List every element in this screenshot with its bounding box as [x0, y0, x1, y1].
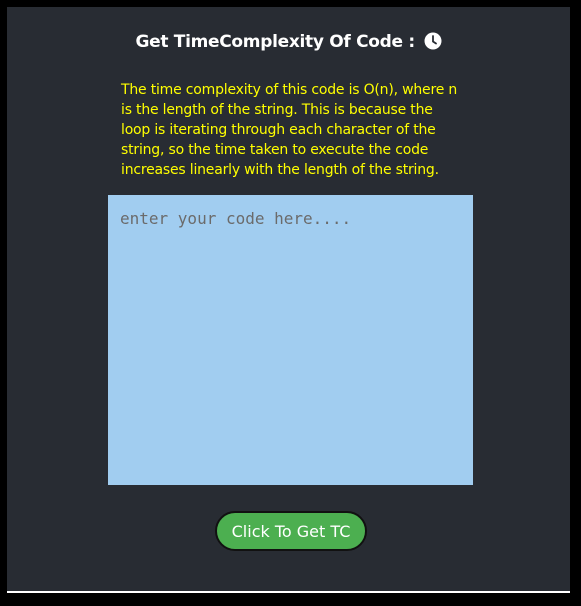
- code-input[interactable]: [108, 195, 473, 485]
- page-title-text: Get TimeComplexity Of Code :: [135, 32, 415, 52]
- bottom-divider: [7, 591, 570, 593]
- page-title: Get TimeComplexity Of Code :: [7, 32, 570, 55]
- complexity-result: The time complexity of this code is O(n)…: [121, 82, 458, 178]
- clock-icon: [424, 32, 442, 55]
- get-tc-button[interactable]: Click To Get TC: [215, 511, 367, 551]
- main-panel: Get TimeComplexity Of Code : The time co…: [7, 7, 570, 591]
- window-frame: Get TimeComplexity Of Code : The time co…: [0, 0, 581, 606]
